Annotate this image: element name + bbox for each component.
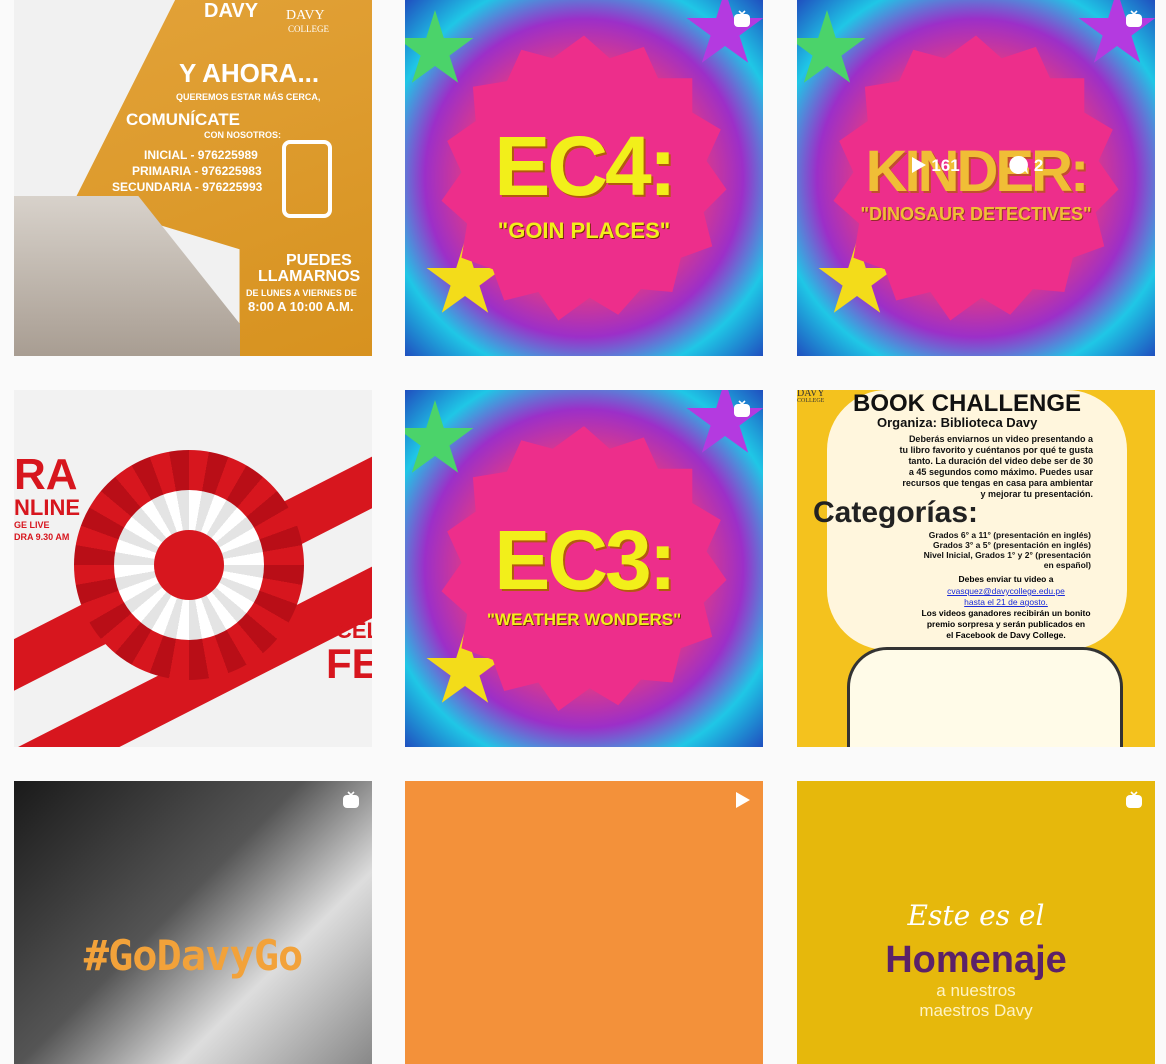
- phone-icon: [282, 140, 332, 218]
- play-count: 161: [931, 156, 960, 175]
- igtv-icon: [734, 10, 750, 27]
- line-este-es-el: Este es el: [907, 899, 1045, 932]
- post-tile-kinder[interactable]: KINDER: "DINOSAUR DETECTIVES" 161 2: [797, 0, 1155, 356]
- post-tile-video[interactable]: [405, 781, 763, 1064]
- line-homenaje: Homenaje: [885, 939, 1067, 981]
- organiza: Organiza: Biblioteca Davy: [877, 415, 1038, 430]
- comment-count: 2: [1033, 156, 1044, 175]
- inicial-phone: INICIAL - 976225989: [144, 148, 258, 162]
- deadline-line: hasta el 21 de agosto.: [964, 597, 1048, 607]
- category-line: Nivel Inicial, Grados 1° y 2° (presentac…: [923, 550, 1091, 560]
- dias: DE LUNES A VIERNES DE: [246, 288, 357, 298]
- email-link[interactable]: cvasquez@davycollege.edu.pe: [797, 586, 1155, 596]
- line-maestros: maestros Davy: [919, 1001, 1033, 1020]
- enviar-line: Debes enviar tu video a: [958, 574, 1054, 584]
- college-logo-bottom: COLLEGE: [288, 24, 329, 34]
- igtv-icon: [734, 400, 750, 417]
- partial-text-ra: RA: [14, 450, 78, 499]
- igtv-icon: [343, 791, 359, 808]
- con-nosotros: CON NOSOTROS:: [204, 130, 282, 140]
- partial-text-hora: DRA 9.30 AM: [14, 532, 70, 542]
- partial-text-live: GE LIVE: [14, 520, 50, 530]
- igtv-icon: [1126, 10, 1142, 27]
- partial-text-fe: FE: [326, 640, 372, 687]
- post-tile-fiestas-patrias[interactable]: RA NLINE GE LIVE DRA 9.30 AM CEL FE: [14, 390, 372, 747]
- college-logo-top: DAVY: [286, 8, 325, 23]
- headline: Y AHORA...: [179, 58, 320, 88]
- category-line: Grados 3° a 5° (presentación en inglés): [933, 540, 1091, 550]
- post-title: EC3:: [494, 513, 676, 607]
- hover-stats: 161 2: [797, 155, 1155, 176]
- body-line: tanto. La duración del video debe ser de…: [908, 456, 1093, 466]
- post-subtitle: "WEATHER WONDERS": [486, 610, 682, 629]
- davy-logo-text: DAVY: [204, 0, 259, 22]
- post-tile-ec4[interactable]: EC4: "GOIN PLACES": [405, 0, 763, 356]
- post-tile-godavygo[interactable]: #GoDavyGo: [14, 781, 372, 1064]
- categorias-heading: Categorías:: [813, 496, 979, 529]
- partial-text-online: NLINE: [14, 495, 80, 520]
- prize-line: premio sorpresa y serán publicados en: [926, 619, 1086, 629]
- post-title: EC4:: [494, 119, 676, 213]
- body-line: a 45 segundos como máximo. Puedes usar: [908, 467, 1093, 477]
- prize-line: el Facebook de Davy College.: [946, 630, 1066, 640]
- open-book-illustration: [847, 647, 1123, 747]
- post-subtitle: "GOIN PLACES": [497, 218, 671, 243]
- body-line: Deberás enviarnos un video presentando a: [908, 434, 1093, 444]
- category-line: en español): [1043, 560, 1091, 570]
- video-play-icon: [736, 792, 750, 808]
- body-line: recursos que tengas en casa para ambient…: [902, 478, 1093, 488]
- secundaria-phone: SECUNDARIA - 976225993: [112, 180, 263, 194]
- purple-star-icon: [686, 0, 763, 63]
- hashtag: #GoDavyGo: [83, 931, 304, 980]
- post-tile-ec3[interactable]: EC3: "WEATHER WONDERS": [405, 390, 763, 747]
- college-logo-small: COLLEGE: [797, 398, 825, 404]
- prize-line: Los videos ganadores recibirán un bonito: [921, 608, 1091, 618]
- green-star-icon: [405, 400, 474, 473]
- comment-icon: [1009, 155, 1029, 174]
- rosette-center: [154, 530, 224, 600]
- horario: 8:00 A 10:00 A.M.: [248, 299, 354, 314]
- category-line: Grados 6° a 11° (presentación en inglés): [928, 530, 1091, 540]
- subline: QUEREMOS ESTAR MÁS CERCA,: [176, 92, 321, 102]
- llamarnos: LLAMARNOS: [258, 268, 361, 285]
- post-tile-book-challenge[interactable]: DAVY COLLEGE BOOK CHALLENGE Organiza: Bi…: [797, 390, 1155, 747]
- play-icon: [911, 157, 926, 173]
- body-line: tu libro favorito y cuéntanos por qué te…: [899, 445, 1093, 455]
- igtv-icon: [1126, 791, 1142, 808]
- post-title: BOOK CHALLENGE: [853, 390, 1081, 417]
- comunicate: COMUNÍCATE: [126, 110, 240, 129]
- purple-star-icon: [686, 390, 763, 453]
- green-star-icon: [797, 10, 866, 83]
- purple-star-icon: [1078, 0, 1155, 63]
- post-tile-homenaje[interactable]: Este es el Homenaje a nuestros maestros …: [797, 781, 1155, 1064]
- primaria-phone: PRIMARIA - 976225983: [132, 164, 262, 178]
- line-a-nuestros: a nuestros: [936, 981, 1016, 1000]
- post-subtitle: "DINOSAUR DETECTIVES": [860, 204, 1092, 224]
- green-star-icon: [405, 10, 474, 83]
- post-tile-contact[interactable]: DAVY DAVY COLLEGE Y AHORA... QUEREMOS ES…: [14, 0, 372, 356]
